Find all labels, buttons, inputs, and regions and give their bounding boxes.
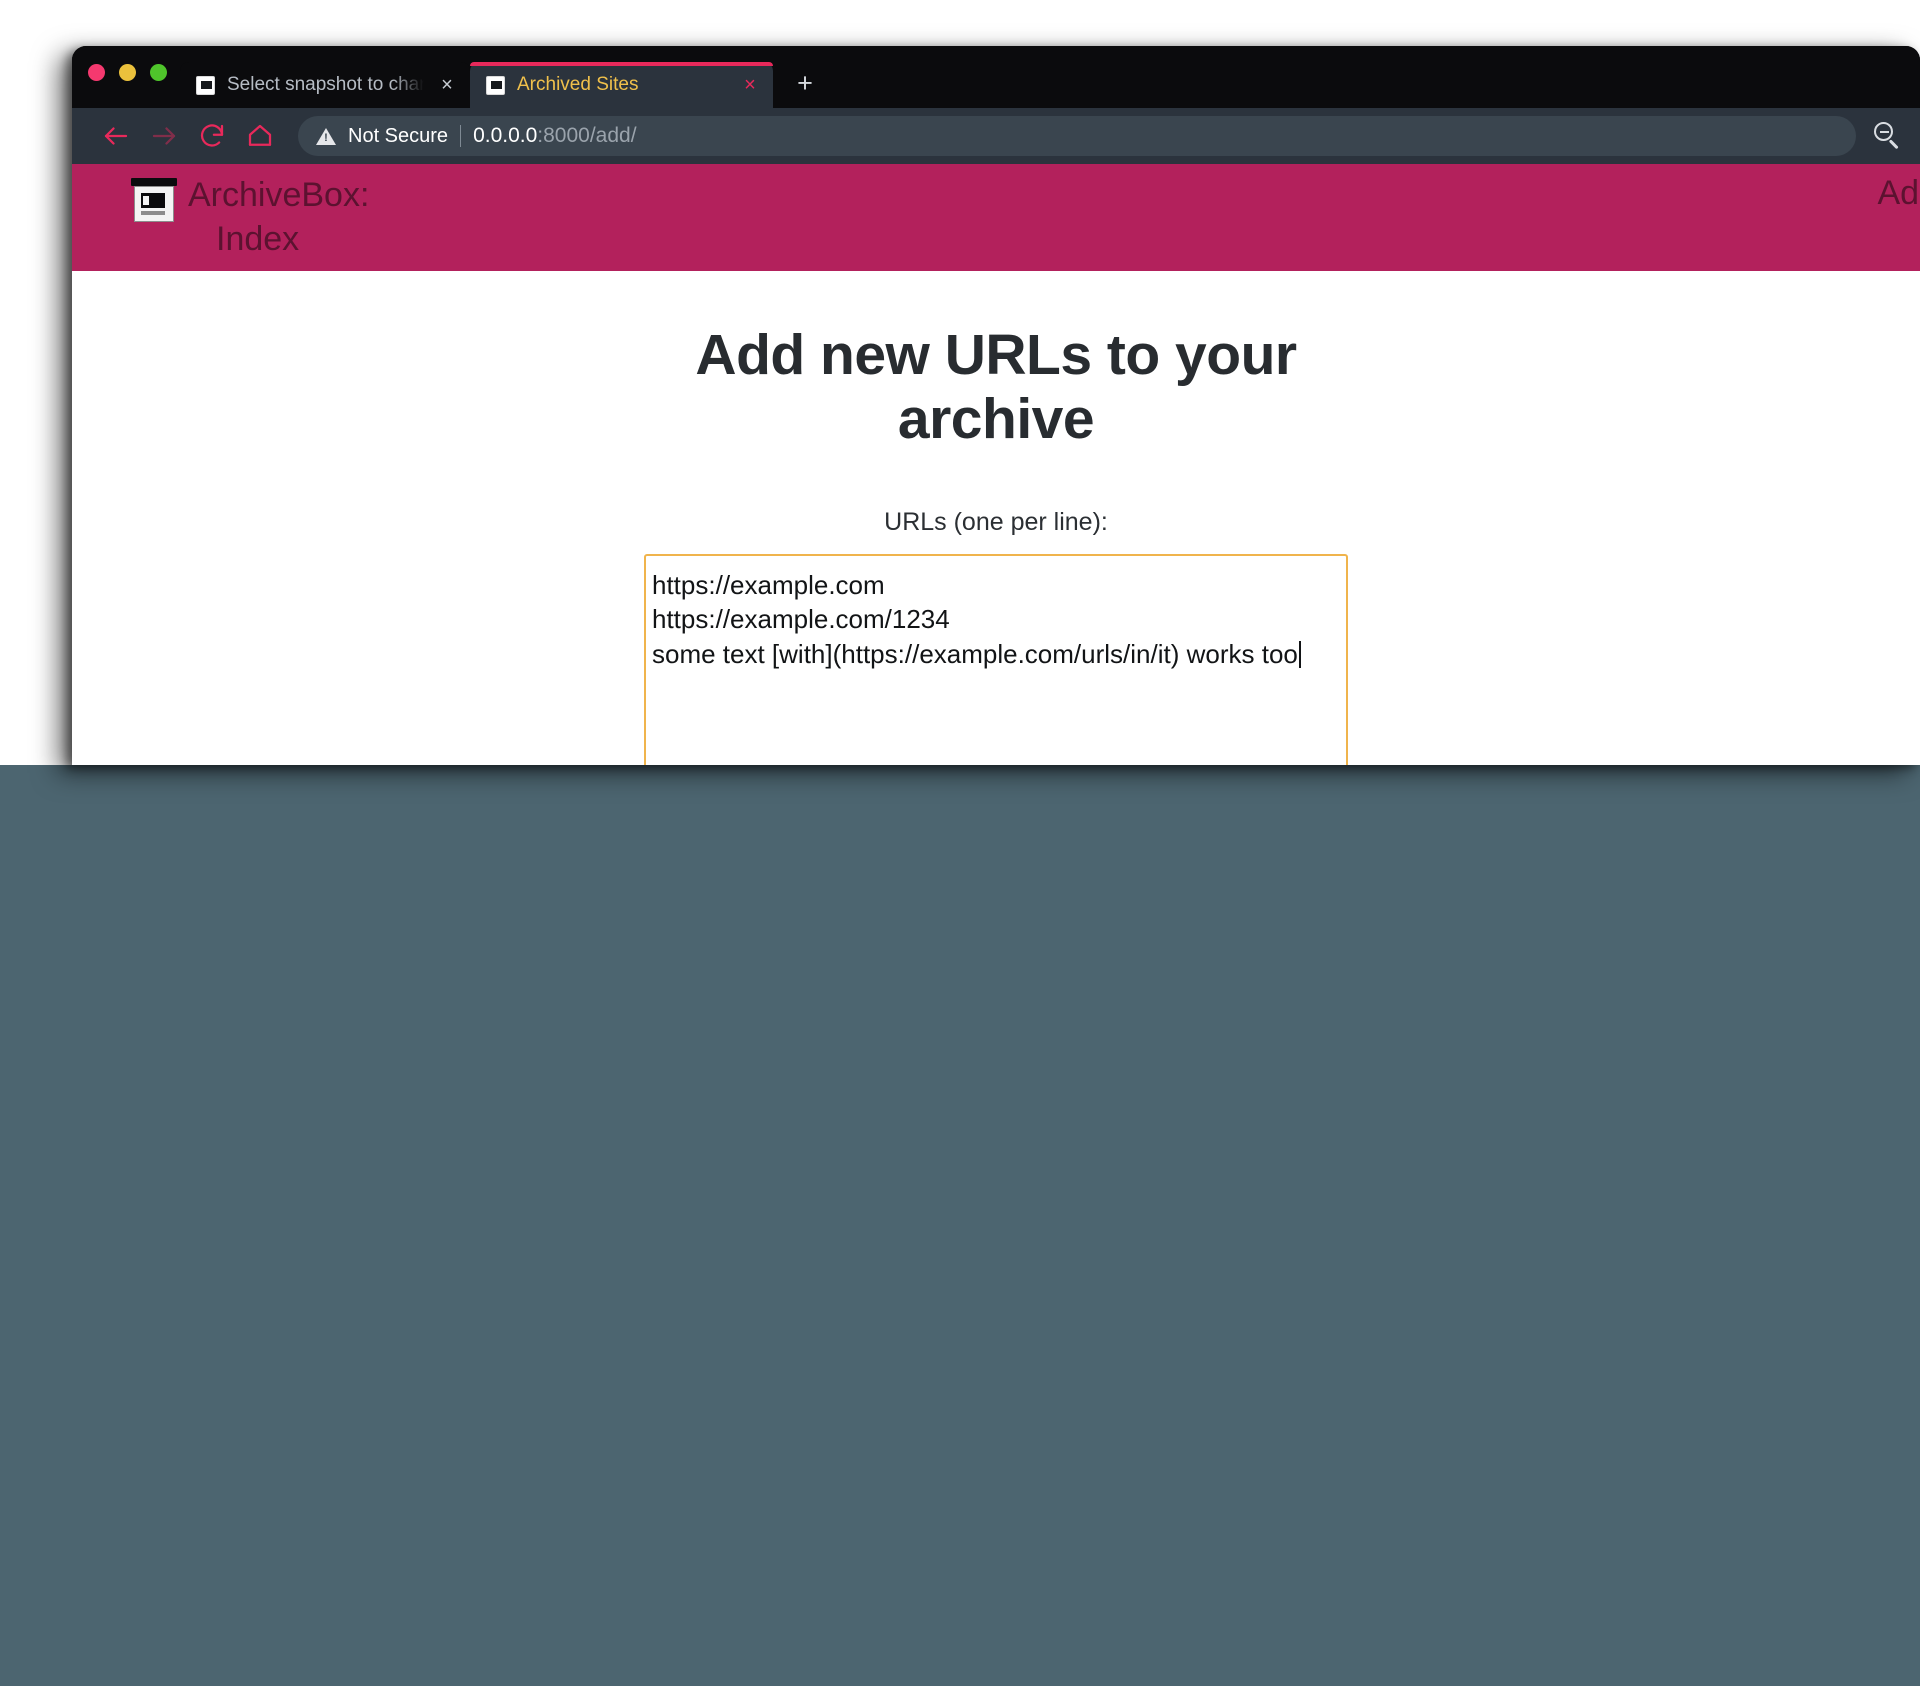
address-bar[interactable]: Not Secure 0.0.0.0:8000/add/ — [298, 116, 1856, 156]
page-backdrop-lower — [0, 765, 1920, 1686]
arrow-left-icon — [104, 127, 128, 145]
url-host: 0.0.0.0 — [473, 124, 538, 147]
security-status-label: Not Secure — [348, 124, 449, 147]
tab-list: Select snapshot to change | Ind × Archiv… — [180, 46, 819, 108]
tab-archived-sites[interactable]: Archived Sites × — [470, 62, 773, 108]
tab-select-snapshot[interactable]: Select snapshot to change | Ind × — [180, 62, 470, 108]
arrow-right-icon — [152, 127, 176, 145]
reload-icon — [200, 124, 224, 147]
window-maximize-button[interactable] — [150, 64, 167, 81]
nav-add-link[interactable]: Add — [1878, 174, 1920, 213]
textarea-line-text: some text [with](https://example.com/url… — [652, 638, 1298, 669]
page-content: Add new URLs to your archive URLs (one p… — [72, 271, 1920, 765]
window-traffic-lights — [88, 64, 167, 81]
not-secure-warning-icon — [316, 127, 336, 145]
brand-secondary: Index — [216, 219, 300, 258]
textarea-line: https://example.com — [652, 569, 885, 600]
browser-toolbar: Not Secure 0.0.0.0:8000/add/ — [72, 108, 1920, 164]
tab-close-icon[interactable]: × — [739, 74, 761, 96]
back-button[interactable] — [92, 114, 140, 158]
url-path: :8000/add/ — [537, 124, 637, 147]
tab-close-icon[interactable]: × — [436, 74, 458, 96]
archivebox-favicon-icon — [196, 75, 215, 95]
tab-title: Archived Sites — [517, 74, 639, 95]
window-minimize-button[interactable] — [119, 64, 136, 81]
address-bar-divider — [460, 125, 462, 147]
home-button[interactable] — [236, 114, 284, 158]
urls-textarea[interactable]: https://example.com https://example.com/… — [644, 553, 1348, 765]
page-title: Add new URLs to your archive — [695, 323, 1297, 452]
forward-button[interactable] — [140, 114, 188, 158]
text-caret — [1298, 640, 1301, 668]
browser-window: Select snapshot to change | Ind × Archiv… — [72, 46, 1920, 765]
brand-primary: ArchiveBox: — [188, 176, 370, 214]
site-header: ArchiveBox: Index Add — [72, 164, 1920, 271]
zoom-out-icon[interactable] — [1870, 119, 1904, 153]
brand-text: ArchiveBox: Index — [188, 174, 369, 261]
tab-strip: Select snapshot to change | Ind × Archiv… — [72, 46, 1920, 108]
archivebox-logo-icon — [131, 178, 177, 222]
window-close-button[interactable] — [88, 64, 105, 81]
page-viewport: ArchiveBox: Index Add Add new URLs to you… — [72, 164, 1920, 765]
urls-field-label: URLs (one per line): — [884, 507, 1108, 536]
reload-button[interactable] — [188, 114, 236, 158]
brand-link[interactable]: ArchiveBox: Index — [72, 174, 369, 261]
archivebox-favicon-icon — [486, 75, 505, 95]
toolbar-right-actions — [1870, 119, 1904, 153]
url-text: 0.0.0.0:8000/add/ — [473, 124, 637, 148]
home-icon — [248, 124, 272, 146]
new-tab-button[interactable]: + — [791, 70, 819, 98]
textarea-line-with-caret: some text [with](https://example.com/url… — [652, 637, 1336, 672]
tab-title: Select snapshot to change | Ind — [227, 74, 424, 95]
textarea-line: https://example.com/1234 — [652, 604, 950, 635]
